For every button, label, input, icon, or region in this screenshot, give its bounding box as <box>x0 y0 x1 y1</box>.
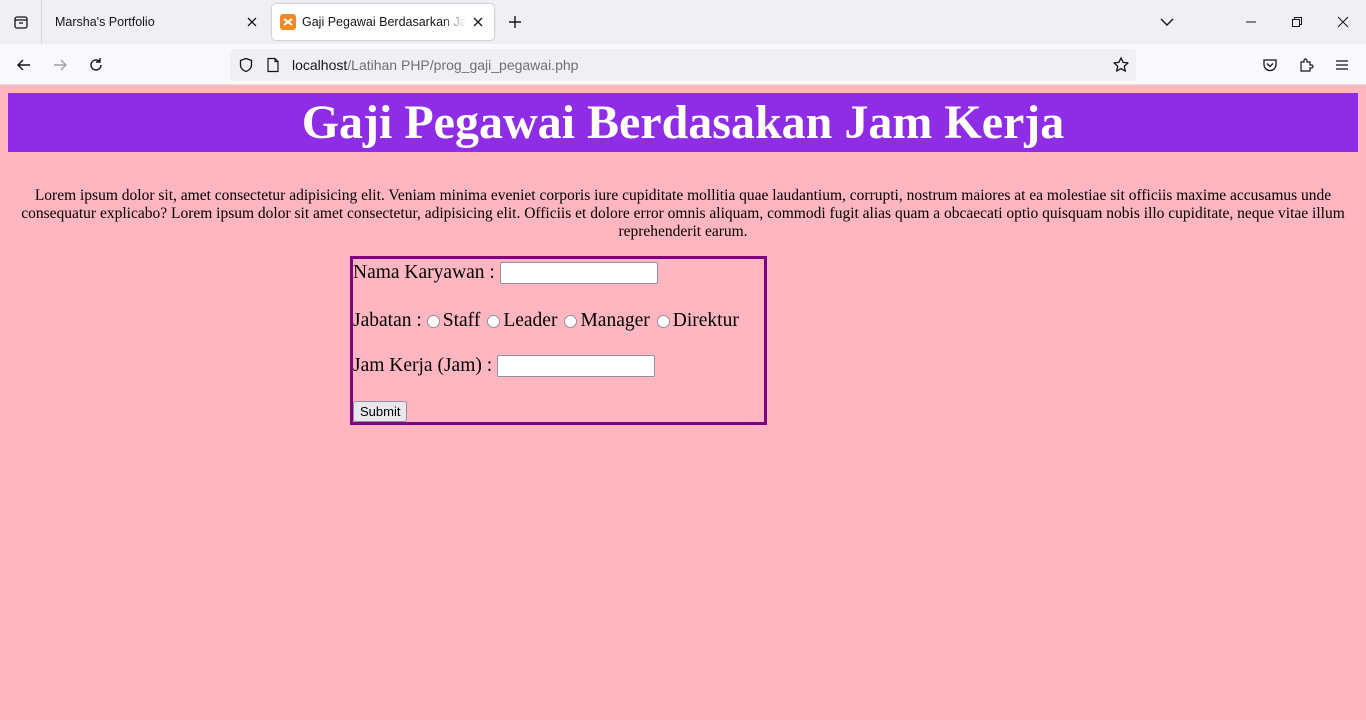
intro-paragraph: Lorem ipsum dolor sit, amet consectetur … <box>21 187 1345 240</box>
radio-label-leader: Leader <box>503 310 558 331</box>
list-all-tabs-icon[interactable] <box>0 0 42 44</box>
name-label: Nama Karyawan : <box>353 262 495 283</box>
extensions-puzzle-icon[interactable] <box>1291 50 1321 80</box>
hours-label: Jam Kerja (Jam) : <box>353 355 493 376</box>
tab-overflow-chevron-down-icon[interactable] <box>1144 0 1190 44</box>
tab-title: Gaji Pegawai Berdasarkan Jam Kerja <box>302 15 466 29</box>
radio-label-direktur: Direktur <box>672 310 739 331</box>
restore-window-icon[interactable] <box>1274 0 1320 44</box>
radio-direktur[interactable] <box>656 314 670 328</box>
radio-label-manager: Manager <box>580 310 650 331</box>
name-row: Nama Karyawan : <box>353 262 658 284</box>
hours-row: Jam Kerja (Jam) : <box>353 355 656 377</box>
work-hours-input[interactable] <box>497 355 656 377</box>
position-label: Jabatan : <box>353 310 422 331</box>
new-tab-plus-icon[interactable] <box>503 10 527 34</box>
reload-icon[interactable] <box>81 50 111 80</box>
page-info-icon[interactable] <box>266 57 282 73</box>
tracking-protection-shield-icon[interactable] <box>238 57 256 73</box>
tab-title: Marsha's Portfolio <box>55 15 155 29</box>
forward-arrow-icon[interactable] <box>45 50 75 80</box>
url-path: /Latihan PHP/prog_gaji_pegawai.php <box>347 57 579 73</box>
close-window-icon[interactable] <box>1320 0 1366 44</box>
submit-button[interactable]: Submit <box>353 401 408 422</box>
radio-manager[interactable] <box>564 314 578 328</box>
position-row: Jabatan : Staff Leader Manager Direktur <box>353 310 739 332</box>
page-title: Gaji Pegawai Berdasakan Jam Kerja <box>8 93 1358 152</box>
xampp-favicon-icon <box>280 14 296 30</box>
radio-leader[interactable] <box>487 314 501 328</box>
address-bar[interactable]: localhost/Latihan PHP/prog_gaji_pegawai.… <box>230 49 1136 81</box>
page-content: Gaji Pegawai Berdasakan Jam Kerja Lorem … <box>0 85 1366 720</box>
minimize-icon[interactable] <box>1228 0 1274 44</box>
radio-staff[interactable] <box>426 314 440 328</box>
url-host: localhost <box>292 57 348 73</box>
close-tab-icon[interactable] <box>240 10 264 34</box>
back-arrow-icon[interactable] <box>9 50 39 80</box>
tab-gaji-pegawai[interactable]: Gaji Pegawai Berdasarkan Jam Kerja <box>272 4 494 40</box>
hamburger-menu-icon[interactable] <box>1327 50 1357 80</box>
radio-label-staff: Staff <box>442 310 481 331</box>
employee-name-input[interactable] <box>499 262 658 284</box>
url-text: localhost/Latihan PHP/prog_gaji_pegawai.… <box>292 57 578 73</box>
tab-marshas-portfolio[interactable]: Marsha's Portfolio <box>44 4 268 40</box>
bookmark-star-icon[interactable] <box>1112 56 1130 74</box>
browser-tab-bar: Marsha's Portfolio Gaji Pegawai Berdasar… <box>0 0 1366 44</box>
close-tab-icon[interactable] <box>466 10 490 34</box>
browser-nav-bar: localhost/Latihan PHP/prog_gaji_pegawai.… <box>0 44 1366 85</box>
employee-salary-form: Nama Karyawan : Jabatan : Staff Leader M… <box>350 256 767 425</box>
pocket-icon[interactable] <box>1255 50 1285 80</box>
